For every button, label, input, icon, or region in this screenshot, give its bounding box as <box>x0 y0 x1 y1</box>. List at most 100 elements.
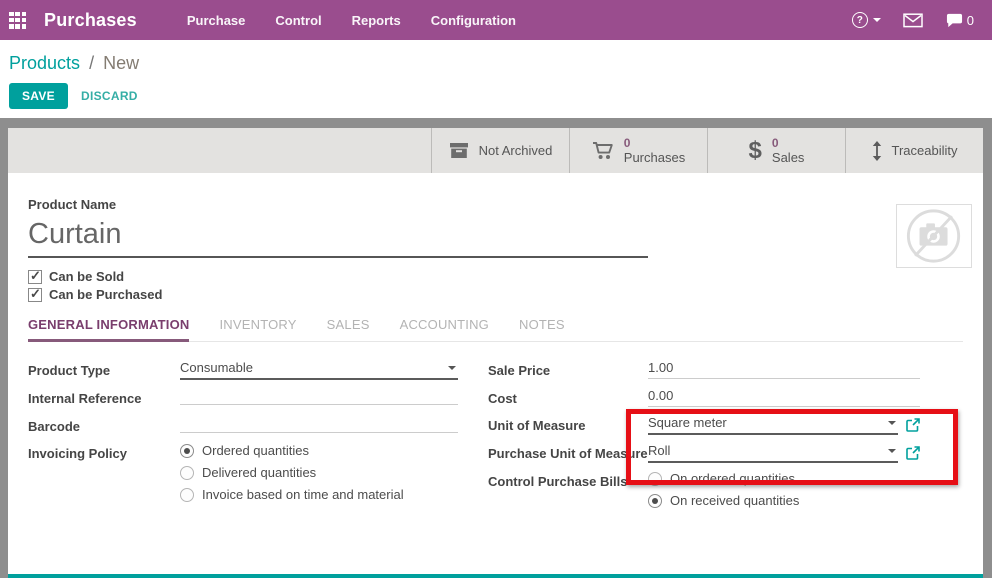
chevron-down-icon <box>873 18 881 22</box>
purchase-uom-value: Roll <box>648 443 882 458</box>
capability-checkboxes: Can be Sold Can be Purchased <box>28 269 983 302</box>
bottom-accent-line <box>8 574 983 578</box>
tab-notes[interactable]: NOTES <box>519 317 565 342</box>
field-label: Sale Price <box>488 360 648 380</box>
field-label: Cost <box>488 388 648 408</box>
form-sheet: Product Name Curtain Can be Sold Can be … <box>8 173 983 574</box>
stat-button-traceability[interactable]: Traceability <box>845 128 983 173</box>
stat-button-purchases[interactable]: 0 Purchases <box>569 128 707 173</box>
checkbox-label: Can be Purchased <box>49 287 162 302</box>
cart-icon <box>592 141 614 160</box>
field-control-purchase-bills: Control Purchase Bills On ordered quanti… <box>488 471 983 515</box>
top-navbar: Purchases Purchase Control Reports Confi… <box>0 0 992 40</box>
internal-reference-input[interactable] <box>180 388 458 405</box>
dollar-icon: $ <box>749 137 762 165</box>
radio-ordered-quantities[interactable]: Ordered quantities <box>180 443 458 458</box>
radio-selected-icon <box>648 494 662 508</box>
stat-value: 0 <box>772 136 805 150</box>
menu-configuration[interactable]: Configuration <box>431 13 516 28</box>
chevron-down-icon <box>448 366 456 370</box>
form-statusbar: Not Archived 0 Purchases $ <box>8 128 983 173</box>
field-label: Internal Reference <box>28 388 180 408</box>
field-label: Control Purchase Bills <box>488 471 648 491</box>
chat-count: 0 <box>967 13 974 28</box>
radio-label: Invoice based on time and material <box>202 487 404 502</box>
uom-select[interactable]: Square meter <box>648 415 898 435</box>
discard-button[interactable]: DISCARD <box>81 89 138 103</box>
radio-label: Ordered quantities <box>202 443 309 458</box>
product-name-input[interactable]: Curtain <box>28 218 648 258</box>
form-actions: SAVE DISCARD <box>0 74 992 109</box>
breadcrumb-separator: / <box>89 53 94 73</box>
radio-icon <box>180 488 194 502</box>
stat-button-archived[interactable]: Not Archived <box>431 128 569 173</box>
can-be-sold-checkbox[interactable]: Can be Sold <box>28 269 983 284</box>
help-icon: ? <box>852 12 868 28</box>
radio-label: Delivered quantities <box>202 465 316 480</box>
stat-label: Traceability <box>892 143 958 158</box>
product-image-placeholder[interactable] <box>896 204 972 268</box>
field-invoicing-policy: Invoicing Policy Ordered quantities Deli… <box>28 443 488 509</box>
checkbox-label: Can be Sold <box>49 269 124 284</box>
tab-general-information[interactable]: GENERAL INFORMATION <box>28 317 189 342</box>
chat-counter[interactable]: 0 <box>945 12 974 29</box>
topbar-right: ? 0 <box>852 12 974 29</box>
tab-accounting[interactable]: ACCOUNTING <box>400 317 489 342</box>
chevron-down-icon <box>888 421 896 425</box>
no-camera-icon <box>899 207 969 265</box>
stat-buttons: Not Archived 0 Purchases $ <box>431 128 983 173</box>
field-internal-reference: Internal Reference <box>28 388 488 408</box>
radio-on-received-quantities[interactable]: On received quantities <box>648 493 920 508</box>
radio-label: On ordered quantities <box>670 471 795 486</box>
breadcrumb-current: New <box>103 53 139 73</box>
field-label: Purchase Unit of Measure <box>488 443 648 463</box>
tab-inventory[interactable]: INVENTORY <box>219 317 296 342</box>
messages-icon[interactable] <box>903 13 923 28</box>
field-label: Invoicing Policy <box>28 443 180 463</box>
checkbox-checked-icon <box>28 288 42 302</box>
top-menu: Purchase Control Reports Configuration <box>187 13 516 28</box>
purchase-uom-select[interactable]: Roll <box>648 443 898 463</box>
can-be-purchased-checkbox[interactable]: Can be Purchased <box>28 287 983 302</box>
field-unit-of-measure: Unit of Measure Square meter <box>488 415 983 435</box>
radio-on-ordered-quantities[interactable]: On ordered quantities <box>648 471 920 486</box>
app-title[interactable]: Purchases <box>44 10 137 31</box>
chat-bubble-icon <box>945 12 964 29</box>
chevron-down-icon <box>888 449 896 453</box>
menu-purchase[interactable]: Purchase <box>187 13 246 28</box>
form-view: Not Archived 0 Purchases $ <box>0 118 992 578</box>
radio-delivered-quantities[interactable]: Delivered quantities <box>180 465 458 480</box>
stat-label: Not Archived <box>479 143 553 158</box>
odoo-window: Purchases Purchase Control Reports Confi… <box>0 0 992 578</box>
product-type-select[interactable]: Consumable <box>180 360 458 380</box>
menu-reports[interactable]: Reports <box>352 13 401 28</box>
notebook-tabs: GENERAL INFORMATION INVENTORY SALES ACCO… <box>28 317 963 342</box>
tab-sales[interactable]: SALES <box>327 317 370 342</box>
stat-label: Purchases <box>624 150 685 166</box>
field-barcode: Barcode <box>28 416 488 436</box>
help-menu[interactable]: ? <box>852 12 881 28</box>
fields-left-column: Product Type Consumable Internal Referen… <box>28 360 488 523</box>
stat-button-sales[interactable]: $ 0 Sales <box>707 128 845 173</box>
field-label: Unit of Measure <box>488 415 648 435</box>
external-link-icon[interactable] <box>906 446 920 460</box>
radio-invoice-time-material[interactable]: Invoice based on time and material <box>180 487 458 502</box>
menu-control[interactable]: Control <box>275 13 321 28</box>
field-label: Product Type <box>28 360 180 380</box>
stat-value: 0 <box>624 136 685 150</box>
external-link-icon[interactable] <box>906 418 920 432</box>
radio-label: On received quantities <box>670 493 799 508</box>
sale-price-input[interactable]: 1.00 <box>648 360 920 379</box>
fields-right-column: Sale Price 1.00 Cost 0.00 Unit of Measur… <box>488 360 983 523</box>
general-information-fields: Product Type Consumable Internal Referen… <box>28 360 983 523</box>
save-button[interactable]: SAVE <box>9 83 68 109</box>
uom-value: Square meter <box>648 415 882 430</box>
product-type-value: Consumable <box>180 360 442 375</box>
cost-input[interactable]: 0.00 <box>648 388 920 407</box>
field-label: Barcode <box>28 416 180 436</box>
field-cost: Cost 0.00 <box>488 388 983 408</box>
apps-grid-icon[interactable] <box>9 12 28 29</box>
barcode-input[interactable] <box>180 416 458 433</box>
product-name-label: Product Name <box>28 197 983 212</box>
breadcrumb-products[interactable]: Products <box>9 53 80 73</box>
